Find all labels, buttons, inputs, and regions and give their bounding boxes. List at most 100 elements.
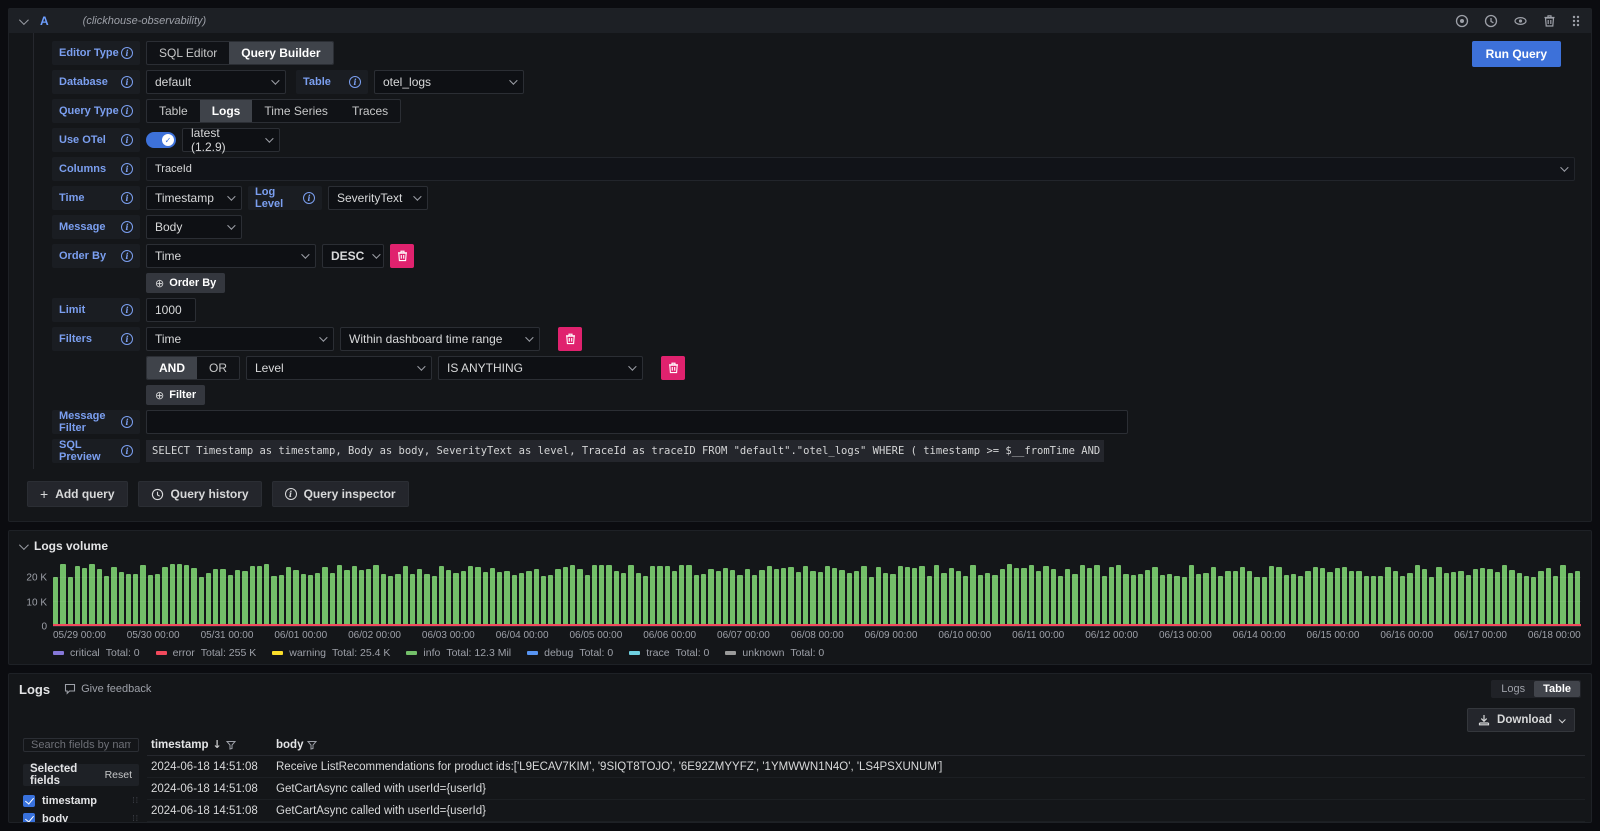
query-type-traces[interactable]: Traces xyxy=(340,100,400,122)
sql-editor-option[interactable]: SQL Editor xyxy=(147,42,229,64)
info-icon[interactable] xyxy=(121,76,133,88)
filter-and-option[interactable]: AND xyxy=(147,357,197,379)
volume-bar xyxy=(1444,573,1449,626)
field-checkbox[interactable] xyxy=(23,795,35,807)
info-icon[interactable] xyxy=(121,134,133,146)
collapse-chevron-icon[interactable] xyxy=(19,540,29,550)
legend-item-trace[interactable]: traceTotal: 0 xyxy=(629,647,709,659)
run-query-button[interactable]: Run Query xyxy=(1472,41,1561,67)
use-otel-toggle[interactable] xyxy=(146,132,176,148)
table-select[interactable]: otel_logs xyxy=(374,70,524,94)
volume-bar xyxy=(1451,572,1456,626)
legend-item-critical[interactable]: criticalTotal: 0 xyxy=(53,647,140,659)
query-type-time-series[interactable]: Time Series xyxy=(252,100,340,122)
collapse-chevron-icon[interactable] xyxy=(19,15,29,25)
order-by-field-select[interactable]: Time xyxy=(146,244,316,268)
filter2-field-select[interactable]: Level xyxy=(246,356,432,380)
info-icon[interactable] xyxy=(121,445,133,457)
legend-total: Total: 255 K xyxy=(201,647,256,659)
add-query-button[interactable]: +Add query xyxy=(27,481,128,507)
filter-field-select[interactable]: Time xyxy=(146,327,334,351)
hide-response-eye-icon[interactable] xyxy=(1513,14,1528,28)
query-row-header[interactable]: A (clickhouse-observability) xyxy=(9,9,1591,33)
toggle-knob xyxy=(162,134,174,146)
drag-handle-icon[interactable]: ⁞⁞ xyxy=(133,799,139,803)
query-inspector-button[interactable]: Query inspector xyxy=(272,481,409,507)
query-history-button[interactable]: Query history xyxy=(138,481,262,507)
info-icon[interactable] xyxy=(349,76,361,88)
field-checkbox[interactable] xyxy=(23,813,35,822)
legend-item-unknown[interactable]: unknownTotal: 0 xyxy=(725,647,824,659)
body-column-header[interactable]: body xyxy=(272,739,1585,751)
x-tick-label: 06/14 00:00 xyxy=(1233,630,1286,641)
x-tick-label: 06/07 00:00 xyxy=(717,630,770,641)
view-logs-option[interactable]: Logs xyxy=(1492,681,1534,697)
chevron-down-icon xyxy=(227,192,235,200)
volume-bar xyxy=(1225,571,1230,626)
log-level-select[interactable]: SeverityText xyxy=(328,186,428,210)
disable-query-icon[interactable] xyxy=(1455,14,1469,28)
download-button[interactable]: Download xyxy=(1467,708,1575,732)
table-row[interactable]: 2024-06-18 14:51:08Receive ListRecommend… xyxy=(147,756,1585,778)
x-tick-label: 06/05 00:00 xyxy=(569,630,622,641)
info-icon[interactable] xyxy=(121,192,133,204)
order-by-direction-select[interactable]: DESC xyxy=(322,244,384,268)
remove-filter2-button[interactable] xyxy=(661,356,685,380)
legend-item-error[interactable]: errorTotal: 255 K xyxy=(156,647,257,659)
give-feedback-link[interactable]: Give feedback xyxy=(64,683,151,695)
timestamp-column-header[interactable]: timestamp ↓ xyxy=(147,738,272,751)
otel-version-select[interactable]: latest (1.2.9) xyxy=(182,128,280,152)
info-icon[interactable] xyxy=(121,221,133,233)
field-item-body[interactable]: body⁞⁞ xyxy=(23,810,139,822)
add-filter-button[interactable]: Filter xyxy=(146,385,205,405)
drag-handle-icon[interactable] xyxy=(1571,14,1581,28)
editor-type-switch: SQL Editor Query Builder xyxy=(146,41,334,65)
info-icon[interactable] xyxy=(121,250,133,262)
info-icon[interactable] xyxy=(121,163,133,175)
message-filter-input[interactable] xyxy=(146,410,1128,434)
logs-volume-header[interactable]: Logs volume xyxy=(19,537,1581,555)
info-icon[interactable] xyxy=(121,105,133,117)
volume-bar xyxy=(235,570,240,626)
query-type-logs[interactable]: Logs xyxy=(200,100,253,122)
logs-panel: Logs Give feedback Logs Table Download S… xyxy=(8,673,1592,823)
filter-or-option[interactable]: OR xyxy=(197,357,239,379)
legend-swatch xyxy=(272,651,283,655)
legend-item-info[interactable]: infoTotal: 12.3 Mil xyxy=(406,647,511,659)
reset-fields-button[interactable]: Reset xyxy=(105,769,132,781)
time-column-select[interactable]: Timestamp xyxy=(146,186,242,210)
filter-funnel-icon[interactable] xyxy=(307,740,317,750)
legend-item-debug[interactable]: debugTotal: 0 xyxy=(527,647,613,659)
view-table-option[interactable]: Table xyxy=(1534,681,1580,697)
search-fields-input[interactable] xyxy=(23,738,139,752)
remove-filter-button[interactable] xyxy=(558,327,582,351)
remove-order-by-button[interactable] xyxy=(390,244,414,268)
sort-desc-arrow-icon[interactable]: ↓ xyxy=(213,738,222,751)
query-type-table[interactable]: Table xyxy=(147,100,200,122)
filter2-operator-select[interactable]: IS ANYTHING xyxy=(438,356,643,380)
history-icon[interactable] xyxy=(1484,14,1498,28)
legend-total: Total: 0 xyxy=(106,647,140,659)
table-row[interactable]: 2024-06-18 14:51:08GetCartAsync called w… xyxy=(147,778,1585,800)
volume-bar xyxy=(519,573,524,626)
message-column-select[interactable]: Body xyxy=(146,215,242,239)
volume-bar xyxy=(177,564,182,626)
info-icon[interactable] xyxy=(121,304,133,316)
columns-multiselect[interactable]: TraceId xyxy=(146,157,1575,181)
info-icon[interactable] xyxy=(303,192,315,204)
legend-item-warning[interactable]: warningTotal: 25.4 K xyxy=(272,647,390,659)
database-select[interactable]: default xyxy=(146,70,286,94)
filter-operator-select[interactable]: Within dashboard time range xyxy=(340,327,540,351)
info-icon[interactable] xyxy=(121,333,133,345)
drag-handle-icon[interactable]: ⁞⁞ xyxy=(133,817,139,821)
add-order-by-button[interactable]: Order By xyxy=(146,273,225,293)
info-icon[interactable] xyxy=(121,47,133,59)
field-item-timestamp[interactable]: timestamp⁞⁞ xyxy=(23,792,139,810)
query-builder-option[interactable]: Query Builder xyxy=(229,42,332,64)
limit-input[interactable] xyxy=(146,298,196,322)
info-icon[interactable] xyxy=(121,416,133,428)
table-row[interactable]: 2024-06-18 14:51:08GetCartAsync called w… xyxy=(147,800,1585,822)
filter-funnel-icon[interactable] xyxy=(226,740,236,750)
delete-query-icon[interactable] xyxy=(1543,14,1556,28)
volume-bar xyxy=(162,567,167,626)
